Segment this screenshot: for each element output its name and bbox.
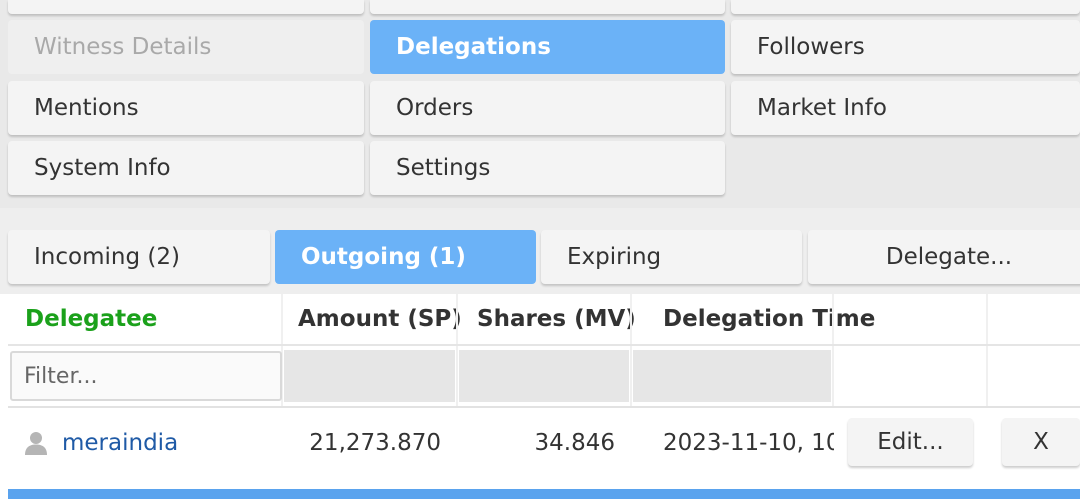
- nav-settings[interactable]: Settings: [370, 141, 725, 195]
- table-row: meraindia 21,273.870 34.846 2023-11-10, …: [8, 418, 1080, 468]
- delegations-table: Delegatee Amount (SP) Shares (MV) Delega…: [0, 294, 1080, 499]
- column-header-delegation-time[interactable]: Delegation Time: [663, 294, 875, 344]
- column-header-shares[interactable]: Shares (MV): [477, 294, 636, 344]
- amount-filter-cell: [284, 350, 455, 402]
- time-filter-cell: [633, 350, 831, 402]
- bottom-scroll-bar[interactable]: [8, 489, 1080, 499]
- nav-system-info[interactable]: System Info: [8, 141, 364, 195]
- tab-incoming[interactable]: Incoming (2): [8, 230, 270, 284]
- delegate-button[interactable]: Delegate...: [808, 230, 1080, 284]
- nav-button-hidden-1[interactable]: [8, 0, 364, 14]
- filter-row: [8, 346, 1080, 406]
- delegatee-link[interactable]: meraindia: [62, 430, 178, 456]
- remove-button[interactable]: X: [1002, 418, 1080, 466]
- nav-market-info[interactable]: Market Info: [731, 81, 1080, 135]
- nav-orders[interactable]: Orders: [370, 81, 725, 135]
- nav-button-hidden-3[interactable]: [731, 0, 1080, 14]
- delegation-tabs: Incoming (2) Outgoing (1) Expiring Deleg…: [0, 208, 1080, 294]
- delegatee-filter-input[interactable]: [10, 351, 282, 401]
- nav-panel: Witness Details Delegations Followers Me…: [0, 0, 1080, 208]
- tab-outgoing[interactable]: Outgoing (1): [275, 230, 536, 284]
- column-header-delegatee[interactable]: Delegatee: [25, 294, 157, 344]
- edit-button[interactable]: Edit...: [848, 418, 973, 466]
- shares-cell: 34.846: [534, 430, 615, 456]
- nav-followers[interactable]: Followers: [731, 20, 1080, 74]
- nav-mentions[interactable]: Mentions: [8, 81, 364, 135]
- nav-delegations[interactable]: Delegations: [370, 20, 725, 74]
- user-icon: [25, 432, 47, 455]
- delegation-time-cell: 2023-11-10, 10:: [663, 430, 834, 456]
- shares-filter-cell: [459, 350, 629, 402]
- row-divider: [8, 406, 1080, 408]
- nav-button-hidden-2[interactable]: [370, 0, 725, 14]
- nav-witness-details: Witness Details: [8, 20, 364, 74]
- column-header-amount[interactable]: Amount (SP): [298, 294, 462, 344]
- amount-cell: 21,273.870: [309, 430, 441, 456]
- delegatee-cell: meraindia: [22, 418, 282, 468]
- tab-expiring[interactable]: Expiring: [541, 230, 802, 284]
